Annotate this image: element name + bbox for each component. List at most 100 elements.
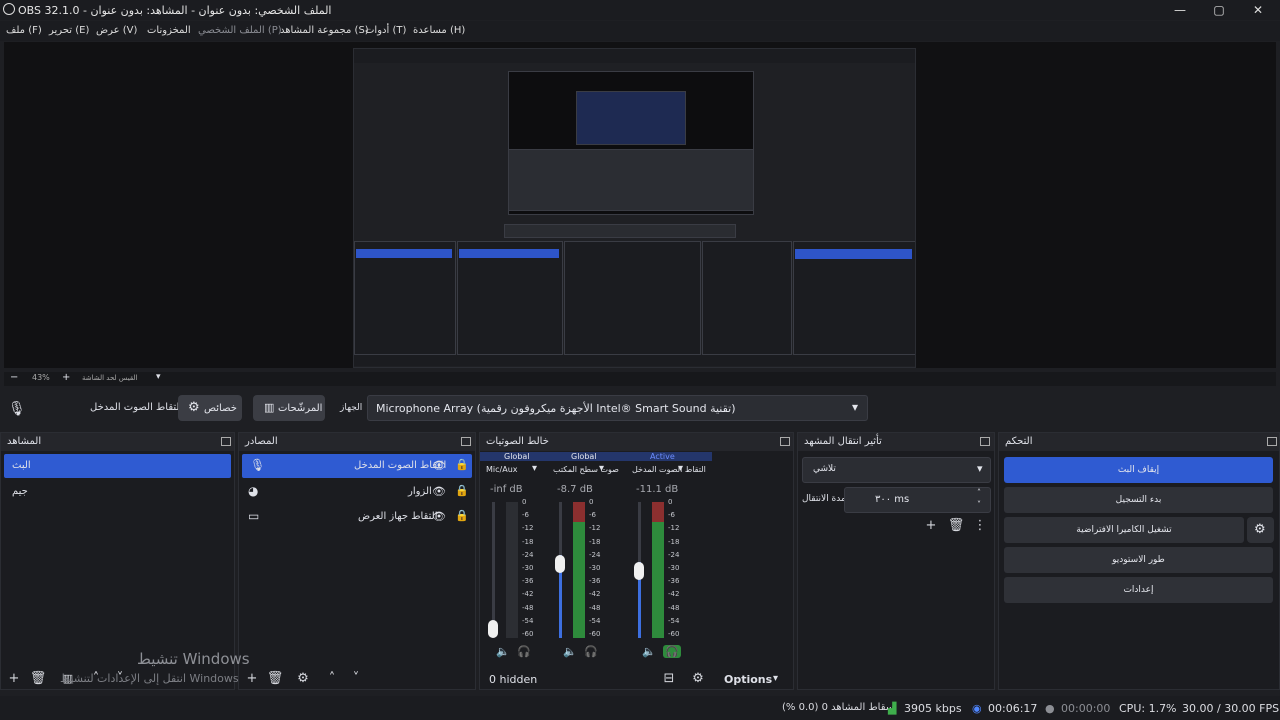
close-button[interactable]: ✕ [1240,0,1276,20]
more-icon[interactable]: ⋮ [971,517,989,535]
meter-tick-label: -54 [522,616,534,625]
settings-button[interactable]: إعدادات [1004,577,1273,603]
menu-docks[interactable]: المخزونات [147,25,191,36]
lock-icon[interactable]: 🔒 [455,458,469,471]
scene-item[interactable]: جيم [4,480,231,504]
move-down-icon[interactable]: ˅ [347,670,365,688]
float-icon[interactable] [221,437,231,446]
meter-tick-label: -30 [522,564,534,572]
monitor-icon[interactable]: 🎧 [517,645,531,658]
chevron-down-icon[interactable]: ▾ [678,463,683,474]
speaker-icon[interactable]: 🔈 [563,645,577,658]
add-transition-icon[interactable]: + [922,517,940,535]
eye-icon[interactable]: 👁 [432,510,446,523]
lock-icon[interactable]: 🔒 [455,484,469,497]
studio-mode-button[interactable]: طور الاستوديو [1004,547,1273,573]
browser-icon: ◕ [248,484,259,498]
stop-stream-button[interactable]: إيقاف البث [1004,457,1273,483]
virtual-camera-settings-button[interactable]: ⚙ [1247,517,1274,543]
chevron-down-icon[interactable]: ▾ [532,463,537,474]
meter-tick-label: -42 [668,590,680,599]
meter-tick-label: -6 [522,511,529,520]
record-time: 00:00:00 [1061,702,1111,715]
meter-tick-label: -60 [668,630,680,638]
preview-canvas[interactable] [353,48,916,368]
float-icon[interactable] [780,437,790,446]
muted-speaker-icon[interactable]: 🔈 [496,645,510,658]
zoom-dropdown-icon[interactable]: ▾ [156,372,161,382]
trash-icon[interactable]: 🗑 [266,670,284,688]
layout-icon[interactable]: ⊟ [660,670,678,688]
virtual-camera-button[interactable]: تشغيل الكاميرا الافتراضية [1004,517,1244,543]
menu-edit[interactable]: تحرير (E) [49,25,89,36]
eye-icon[interactable]: 👁 [432,459,446,472]
options-button[interactable]: Options [724,673,772,686]
volume-fader-knob[interactable] [488,620,498,638]
menu-view[interactable]: عرض (V) [96,25,137,36]
volume-meter [506,502,518,638]
live-time: 00:06:17 [988,702,1038,715]
scene-item[interactable]: البث [4,454,231,478]
context-source-name: التقاط الصوت المدخل [90,402,183,413]
source-item[interactable]: 🎙 التقاط الصوت المدخل 👁 🔒 [242,454,472,478]
source-item-label: التقاط جهاز العرض [358,511,438,522]
source-item[interactable]: ▭ التقاط جهاز العرض 👁 🔒 [242,505,472,529]
mixer-settings-icon[interactable]: ⚙ [689,670,707,688]
volume-fader-knob[interactable] [634,562,644,581]
trash-icon[interactable]: 🗑 [29,670,47,688]
duration-spinbox[interactable]: ٣٠٠ ms ˄ ˅ [844,487,991,513]
channel-name[interactable]: صوت سطح المكتب [553,465,619,474]
nested-sources-dock [457,241,563,355]
filters-label: المرشّحات [278,403,323,414]
maximize-button[interactable]: ▢ [1201,0,1237,20]
add-scene-icon[interactable]: + [5,670,23,688]
start-recording-button[interactable]: بدء التسجيل [1004,487,1273,513]
bitrate: 3905 kbps [904,702,962,715]
volume-meter-peak [573,502,585,522]
channel-name[interactable]: التقاط الصوت المدخل [632,465,706,474]
volume-fader-knob[interactable] [555,555,565,574]
chevron-down-icon[interactable]: ▾ [599,463,604,474]
source-item[interactable]: ◕ الزوار 👁 🔒 [242,480,472,504]
device-dropdown[interactable]: Microphone Array (الأجهزة ميكروفون رقمية… [367,395,868,421]
filters-button[interactable]: ▥ المرشّحات [253,395,325,421]
float-icon[interactable] [1267,437,1277,446]
nested-preview-docks [508,149,754,211]
chevron-down-icon[interactable]: ˅ [977,500,981,509]
meter-tick-label: -54 [668,616,680,625]
menu-help[interactable]: مساعدة (H) [413,25,465,36]
gear-icon[interactable]: ⚙ [294,670,312,688]
volume-fader[interactable] [492,502,495,638]
float-icon[interactable] [461,437,471,446]
properties-button[interactable]: ⚙ خصائص [178,395,242,421]
zoom-value: 43% [32,373,50,382]
monitor-icon[interactable]: 🎧 [663,645,681,658]
speaker-icon[interactable]: 🔈 [642,645,656,658]
menu-profile[interactable]: الملف الشخصي (P) [198,25,282,36]
lock-icon[interactable]: 🔒 [455,509,469,522]
sources-dock: المصادر 🎙 التقاط الصوت المدخل 👁 🔒 ◕ الزو… [238,432,476,690]
zoom-in-icon[interactable]: + [62,372,70,383]
float-icon[interactable] [980,437,990,446]
channel-name[interactable]: Mic/Aux [486,465,518,474]
move-up-icon[interactable]: ˄ [323,670,341,688]
hidden-count: 0 hidden [489,673,538,686]
chevron-up-icon[interactable]: ˄ [977,488,981,497]
menu-tools[interactable]: أدوات (T) [365,25,406,36]
menu-scene-collection[interactable]: مجموعة المشاهد (S) [280,25,369,36]
nested-source-selected [459,249,559,258]
display-icon: ▭ [248,509,260,523]
monitor-icon[interactable]: 🎧 [584,645,598,658]
zoom-scale-label[interactable]: القيس لحد الشاشة [82,374,138,382]
transition-type-dropdown[interactable]: تلاشي ▾ [802,457,991,483]
trash-icon[interactable]: 🗑 [947,517,965,535]
zoom-out-icon[interactable]: − [10,372,18,383]
mixer-title: خالط الصوتيات [486,436,549,447]
minimize-button[interactable]: — [1162,0,1198,20]
chevron-down-icon[interactable]: ▾ [773,673,778,684]
add-source-icon[interactable]: + [243,670,261,688]
menu-file[interactable]: ملف (F) [6,25,42,36]
meter-tick-label: -42 [589,590,601,599]
scenes-dock-header: المشاهد [1,433,234,451]
eye-icon[interactable]: 👁 [432,485,446,498]
